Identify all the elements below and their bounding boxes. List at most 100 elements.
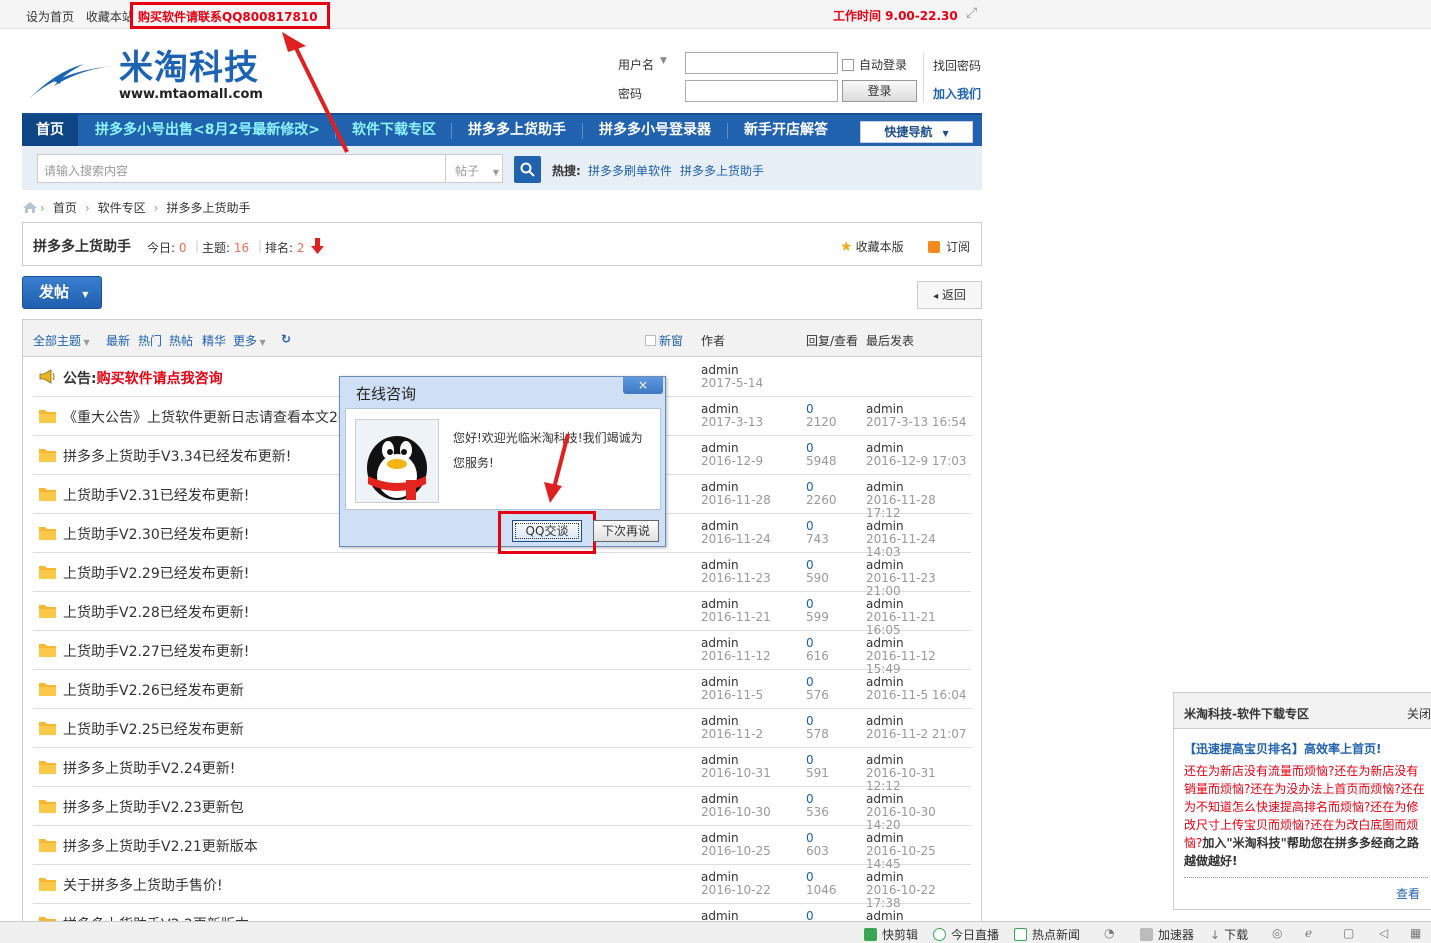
search-type-select[interactable]: 帖子 ▼: [445, 154, 503, 183]
window-icon[interactable]: ▢: [1343, 926, 1354, 940]
join-us-link[interactable]: 加入我们: [933, 85, 981, 102]
last-post-date[interactable]: 2016-12-9 17:03: [866, 455, 967, 468]
breadcrumb-current[interactable]: 拼多多上货助手: [166, 199, 250, 216]
table-row[interactable]: 上货助手V2.25已经发布更新 admin 2016-11-2 0 578 admin 20…: [33, 709, 971, 748]
table-row[interactable]: 上货助手V2.28已经发布更新! admin 2016-11-21 0 599 admin…: [33, 592, 971, 637]
thread-date: 2016-11-12: [701, 649, 771, 663]
back-button[interactable]: ◂ 返回: [917, 281, 982, 309]
thread-title[interactable]: 上货助手V2.29已经发布更新!: [63, 563, 249, 583]
ie-icon[interactable]: ℯ: [1305, 926, 1312, 940]
refresh-icon[interactable]: ↻: [281, 332, 291, 346]
subscribe-button[interactable]: 订阅: [928, 238, 970, 255]
announcement-title[interactable]: 公告:购买软件请点我咨询: [63, 368, 223, 388]
close-icon[interactable]: ×: [623, 377, 663, 394]
checkbox-icon[interactable]: [645, 335, 656, 346]
search-button[interactable]: [514, 156, 541, 183]
side-panel-headline[interactable]: 【迅速提高宝贝排名】高效率上首页!: [1184, 740, 1381, 757]
filter-hot[interactable]: 热门: [138, 332, 162, 349]
thread-views: 599: [806, 610, 829, 624]
filter-all[interactable]: 全部主题 ▼: [33, 332, 90, 349]
favorite-forum-button[interactable]: ★ 收藏本版: [840, 238, 904, 255]
new-post-button[interactable]: 发帖 ▼: [22, 276, 102, 309]
thread-views: 5948: [806, 454, 837, 468]
username-input[interactable]: [685, 52, 838, 74]
chevron-down-icon[interactable]: ▼: [660, 56, 667, 66]
thread-views: 578: [806, 727, 829, 741]
filter-hot-threads[interactable]: 热帖: [169, 332, 193, 349]
nav-item-home[interactable]: 首页: [22, 115, 78, 146]
find-password-link[interactable]: 找回密码: [933, 57, 981, 74]
thread-title[interactable]: 拼多多上货助手V2.21更新版本: [63, 836, 258, 856]
table-row[interactable]: 上货助手V2.27已经发布更新! admin 2016-11-12 0 616 admin…: [33, 631, 971, 676]
thread-title[interactable]: 上货助手V2.31已经发布更新!: [63, 485, 249, 505]
search-type-value: 帖子: [455, 164, 480, 178]
thread-title[interactable]: 上货助手V2.26已经发布更新: [63, 680, 244, 700]
thread-title[interactable]: 拼多多上货助手V2.23更新包: [63, 797, 244, 817]
last-post-date[interactable]: 2016-11-2 21:07: [866, 728, 967, 741]
later-button[interactable]: 下次再说: [593, 520, 659, 542]
status-item-accelerator[interactable]: 加速器: [1140, 926, 1194, 943]
nav-item-faq[interactable]: 新手开店解答: [730, 115, 842, 146]
breadcrumb-home[interactable]: 首页: [53, 199, 77, 216]
search-input[interactable]: 请输入搜索内容: [37, 154, 447, 183]
table-row[interactable]: 上货助手V2.26已经发布更新 admin 2016-11-5 0 576 admin 20…: [33, 670, 971, 709]
new-window-toggle[interactable]: 新窗: [645, 332, 683, 349]
sound-icon[interactable]: ◁: [1379, 926, 1388, 940]
auto-login-checkbox[interactable]: 自动登录: [842, 56, 907, 73]
table-row[interactable]: 拼多多上货助手V2.24更新! admin 2016-10-31 0 591 admin 2…: [33, 748, 971, 793]
side-panel-more-link[interactable]: 查看: [1396, 885, 1420, 902]
home-icon[interactable]: [22, 201, 38, 214]
thread-title[interactable]: 拼多多上货助手V2.24更新!: [63, 758, 235, 778]
status-item-download[interactable]: ↓ 下载: [1210, 926, 1248, 943]
folder-icon: [39, 761, 56, 774]
caret-down-icon: ▼: [942, 129, 949, 138]
site-logo[interactable]: 米淘科技 www.mtaomall.com: [24, 40, 274, 104]
qq-chat-button[interactable]: QQ交谈: [512, 520, 582, 542]
last-post-date[interactable]: 2016-11-5 16:04: [866, 689, 967, 702]
hot-search-link[interactable]: 拼多多上货助手: [680, 162, 764, 179]
table-row[interactable]: 拼多多上货助手V2.23更新包 admin 2016-10-30 0 536 admin 2…: [33, 787, 971, 832]
checkbox-icon[interactable]: [842, 58, 854, 71]
table-row[interactable]: 拼多多上货助手V2.21更新版本 admin 2016-10-25 0 603 admin…: [33, 826, 971, 871]
buy-contact-banner[interactable]: 购买软件请联系QQ800817810: [130, 2, 330, 29]
new-post-label: 发帖: [39, 283, 70, 301]
thread-title[interactable]: 《重大公告》上货软件更新日志请查看本文20: [63, 407, 347, 427]
filter-digest[interactable]: 精华: [202, 332, 226, 349]
last-post-date[interactable]: 2017-3-13 16:54: [866, 416, 967, 429]
thread-title[interactable]: 拼多多上货助手V3.34已经发布更新!: [63, 446, 291, 466]
folder-icon: [39, 878, 56, 891]
logo-swoosh-icon: [26, 64, 112, 102]
shield-icon[interactable]: ◎: [1272, 926, 1282, 940]
nav-item-accounts[interactable]: 拼多多小号出售<8月2号最新修改>: [81, 115, 334, 146]
side-panel-close-button[interactable]: 关闭: [1407, 705, 1431, 722]
breadcrumb-software[interactable]: 软件专区: [98, 199, 146, 216]
filter-more[interactable]: 更多 ▼: [233, 332, 266, 349]
thread-title[interactable]: 关于拼多多上货助手售价!: [63, 875, 223, 895]
status-item-news[interactable]: 热点新闻: [1014, 926, 1080, 943]
folder-icon: [39, 683, 56, 696]
status-item-live[interactable]: 今日直播: [933, 926, 999, 943]
bookmark-link[interactable]: 收藏本站: [86, 10, 134, 24]
work-time: 工作时间 9.00-22.30: [833, 9, 958, 23]
filter-latest[interactable]: 最新: [106, 332, 130, 349]
speed-icon[interactable]: ◔: [1104, 926, 1114, 940]
set-home-link[interactable]: 设为首页: [26, 10, 74, 24]
expand-icon[interactable]: ⤢: [966, 6, 980, 20]
logo-url: www.mtaomall.com: [119, 87, 263, 102]
thread-title[interactable]: 上货助手V2.28已经发布更新!: [63, 602, 249, 622]
thread-title[interactable]: 上货助手V2.25已经发布更新: [63, 719, 244, 739]
quick-nav-dropdown[interactable]: 快捷导航 ▼: [860, 121, 973, 143]
table-row[interactable]: 上货助手V2.29已经发布更新! admin 2016-11-23 0 590 admin…: [33, 553, 971, 598]
thread-title[interactable]: 上货助手V2.30已经发布更新!: [63, 524, 249, 544]
hot-search-link[interactable]: 拼多多刷单软件: [588, 162, 672, 179]
password-input[interactable]: [685, 80, 838, 102]
login-button[interactable]: 登录: [842, 80, 917, 102]
nav-item-uploader[interactable]: 拼多多上货助手: [454, 115, 580, 146]
thread-views: 590: [806, 571, 829, 585]
grid-icon[interactable]: ▦: [1410, 926, 1421, 940]
nav-item-downloads[interactable]: 软件下载专区: [338, 115, 450, 146]
nav-item-login-tool[interactable]: 拼多多小号登录器: [585, 115, 725, 146]
thread-title[interactable]: 上货助手V2.27已经发布更新!: [63, 641, 249, 661]
table-row[interactable]: 关于拼多多上货助手售价! admin 2016-10-22 0 1046 admin 201…: [33, 865, 971, 910]
status-item-quick-edit[interactable]: 快剪辑: [864, 926, 918, 943]
